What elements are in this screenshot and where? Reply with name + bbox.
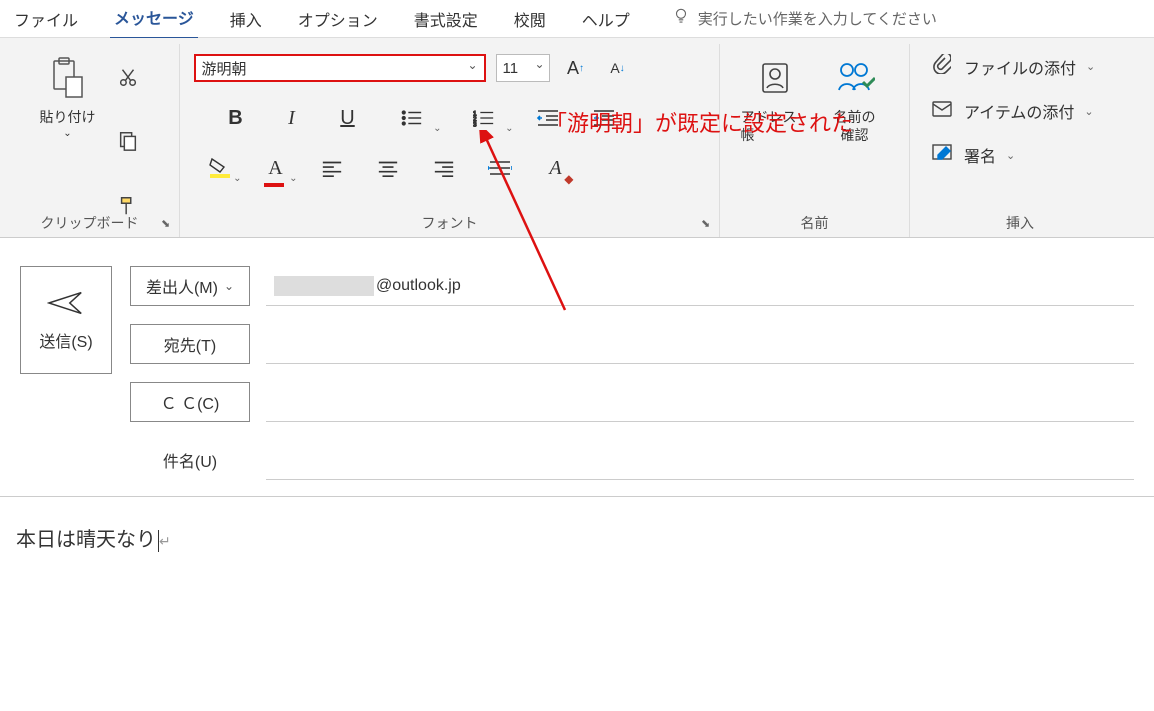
tab-insert[interactable]: 挿入 [226,0,266,39]
attach-item-button[interactable]: アイテムの添付 ⌄ [930,99,1094,123]
attach-file-button[interactable]: ファイルの添付 ⌄ [930,54,1095,79]
ribbon-tabs: ファイル メッセージ 挿入 オプション 書式設定 校閲 ヘルプ 実行したい作業を… [0,0,1154,38]
paragraph-mark-icon: ↵ [159,535,171,550]
signature-label: 署名 [964,143,996,167]
shrink-font-button[interactable]: A↓ [602,52,634,84]
body-text: 本日は晴天なり [16,529,156,551]
grow-font-button[interactable]: A↑ [560,52,592,84]
group-font-label: フォント [180,213,719,233]
subject-input[interactable] [266,440,1134,480]
check-names-label: 名前の 確認 [834,108,876,144]
subject-label: 件名(U) [130,448,250,472]
from-value: @outlook.jp [266,266,1134,306]
address-book-icon [757,54,793,102]
chevron-down-icon: ⌄ [1086,60,1095,73]
tab-message[interactable]: メッセージ [110,0,198,40]
signature-button[interactable]: 署名 ⌄ [930,143,1015,167]
paperclip-icon [930,54,954,79]
tellme-search[interactable]: 実行したい作業を入力してください [672,7,937,30]
address-book-label: アドレス帳 [741,108,809,144]
tab-format[interactable]: 書式設定 [410,0,482,39]
numbered-list-button[interactable]: 123 [460,102,508,134]
increase-indent-button[interactable] [588,102,620,134]
from-button[interactable]: 差出人(M) [130,266,250,306]
clear-formatting-button[interactable]: A◆ [540,152,572,184]
tab-review[interactable]: 校閲 [510,0,550,39]
chevron-down-icon: ⌄ [1006,149,1015,162]
clipboard-icon [48,54,88,102]
tab-file[interactable]: ファイル [10,0,82,39]
bullet-list-button[interactable] [388,102,436,134]
paste-button[interactable]: 貼り付け ⌄ [34,50,102,233]
italic-button[interactable]: I [276,102,308,134]
lightbulb-icon [672,7,690,30]
tab-help[interactable]: ヘルプ [578,0,634,39]
align-right-button[interactable] [428,152,460,184]
cut-button[interactable] [114,63,142,91]
from-domain: @outlook.jp [376,277,461,295]
check-names-icon [835,54,875,102]
font-color-button[interactable]: A [260,152,292,184]
group-names: アドレス帳 名前の 確認 名前 [720,44,910,237]
attach-item-label: アイテムの添付 [964,99,1074,123]
chevron-down-icon: ⌄ [63,128,71,139]
masked-email-prefix [274,276,374,296]
tellme-placeholder: 実行したい作業を入力してください [698,8,937,29]
decrease-indent-button[interactable] [532,102,564,134]
cc-input[interactable] [266,382,1134,422]
align-center-button[interactable] [372,152,404,184]
font-dialog-launcher[interactable]: ⬊ [701,217,715,231]
send-label: 送信(S) [39,328,92,352]
group-clipboard-label: クリップボード [0,213,179,233]
check-names-button[interactable]: 名前の 確認 [821,50,889,144]
message-body[interactable]: 本日は晴天なり↵ [0,497,1154,677]
bold-button[interactable]: B [220,102,252,134]
underline-button[interactable]: U [332,102,364,134]
font-name-select[interactable]: 游明朝 [194,54,486,82]
svg-text:3: 3 [473,121,477,127]
ribbon: 貼り付け ⌄ クリップボード ⬊ 游明朝 11 A↑ A [0,38,1154,238]
outlook-item-icon [930,101,954,122]
font-size-value: 11 [503,60,519,77]
compose-header: 送信(S) 差出人(M) @outlook.jp 宛先(T) Ｃ Ｃ(C) 件名… [0,238,1154,480]
paste-label: 貼り付け [40,108,96,126]
tab-options[interactable]: オプション [294,0,382,39]
group-font: 游明朝 11 A↑ A↓ B I U 123 [180,44,720,237]
group-clipboard: 貼り付け ⌄ クリップボード ⬊ [0,44,180,237]
attach-file-label: ファイルの添付 [964,55,1076,79]
font-name-value: 游明朝 [202,58,247,79]
highlight-color-button[interactable] [204,152,236,184]
group-insert-label: 挿入 [910,213,1130,233]
cc-button[interactable]: Ｃ Ｃ(C) [130,382,250,422]
clipboard-dialog-launcher[interactable]: ⬊ [161,217,175,231]
group-insert: ファイルの添付 ⌄ アイテムの添付 ⌄ 署名 ⌄ 挿入 [910,44,1130,237]
signature-icon [930,144,954,167]
justify-distributed-button[interactable] [484,152,516,184]
align-left-button[interactable] [316,152,348,184]
to-button[interactable]: 宛先(T) [130,324,250,364]
to-input[interactable] [266,324,1134,364]
send-button[interactable]: 送信(S) [20,266,112,374]
address-book-button[interactable]: アドレス帳 [741,50,809,144]
group-names-label: 名前 [720,213,909,233]
font-size-select[interactable]: 11 [496,54,550,82]
copy-button[interactable] [114,127,142,155]
chevron-down-icon: ⌄ [1084,105,1093,118]
